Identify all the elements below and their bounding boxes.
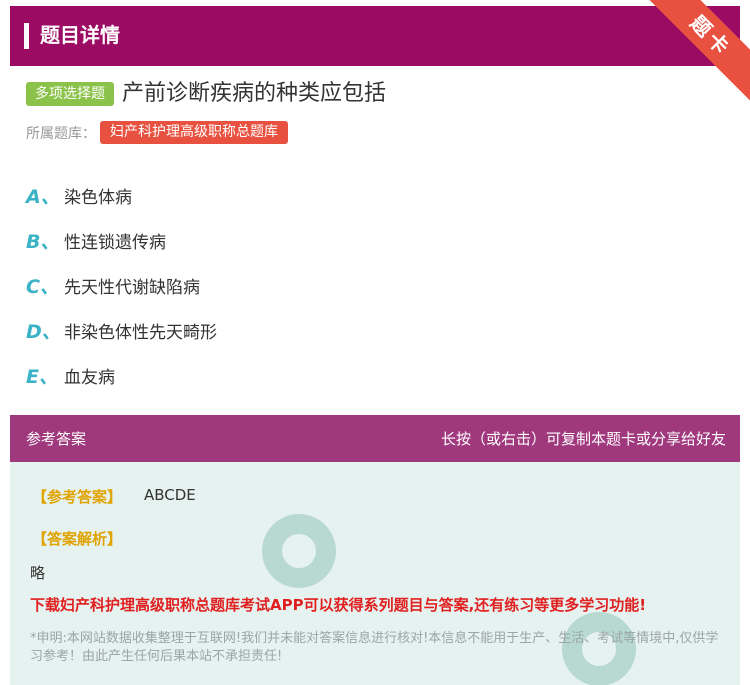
option-letter: C、	[26, 276, 59, 298]
analysis-value: 略	[30, 564, 46, 582]
option-c[interactable]: C、 先天性代谢缺陷病	[26, 263, 217, 308]
bank-link[interactable]: 妇产科护理高级职称总题库	[100, 121, 288, 144]
header-accent-bar	[24, 23, 29, 49]
option-text: 染色体病	[64, 188, 132, 208]
question-bank-line: 所属题库： 妇产科护理高级职称总题库	[26, 121, 288, 144]
bank-label: 所属题库：	[26, 125, 96, 142]
option-letter: A、	[26, 186, 60, 208]
watermark-logo-icon	[262, 514, 336, 588]
option-letter: E、	[26, 366, 58, 388]
disclaimer-text: *申明:本网站数据收集整理于互联网!我们并未能对答案信息进行核对!本信息不能用于…	[30, 631, 719, 664]
option-letter: B、	[26, 231, 60, 253]
option-text: 非染色体性先天畸形	[64, 323, 217, 343]
analysis-label: 【答案解析】	[32, 530, 123, 548]
option-letter: D、	[26, 321, 61, 343]
options-list: A、 染色体病 B、 性连锁遗传病 C、 先天性代谢缺陷病 D、 非染色体性先天…	[26, 173, 217, 398]
reference-answer-value: ABCDE	[144, 486, 196, 504]
option-text: 性连锁遗传病	[64, 233, 166, 253]
answer-header-title: 参考答案	[26, 430, 87, 448]
answer-header-bar: 参考答案 长按（或右击）可复制本题卡或分享给好友	[10, 415, 740, 462]
answer-panel: 【参考答案】 ABCDE 【答案解析】 略 下载妇产科护理高级职称总题库考试AP…	[10, 462, 740, 685]
option-b[interactable]: B、 性连锁遗传病	[26, 218, 217, 263]
share-hint: 长按（或右击）可复制本题卡或分享给好友	[440, 430, 726, 448]
option-e[interactable]: E、 血友病	[26, 353, 217, 398]
option-text: 血友病	[64, 368, 115, 388]
question-type-badge: 多项选择题	[26, 82, 114, 106]
question-title: 产前诊断疾病的种类应包括	[122, 81, 387, 106]
option-text: 先天性代谢缺陷病	[64, 278, 200, 298]
reference-answer-label: 【参考答案】	[32, 488, 123, 506]
page-title: 题目详情	[40, 23, 120, 47]
corner-ribbon-label: 题卡	[645, 0, 750, 102]
option-a[interactable]: A、 染色体病	[26, 173, 217, 218]
header-bar: 题目详情	[10, 6, 740, 66]
question-line: 多项选择题 产前诊断疾病的种类应包括	[26, 79, 386, 109]
option-d[interactable]: D、 非染色体性先天畸形	[26, 308, 217, 353]
download-app-link[interactable]: 下载妇产科护理高级职称总题库考试APP可以获得系列题目与答案,还有练习等更多学习…	[30, 594, 646, 615]
card-corner-ribbon[interactable]: 题卡	[640, 0, 750, 110]
